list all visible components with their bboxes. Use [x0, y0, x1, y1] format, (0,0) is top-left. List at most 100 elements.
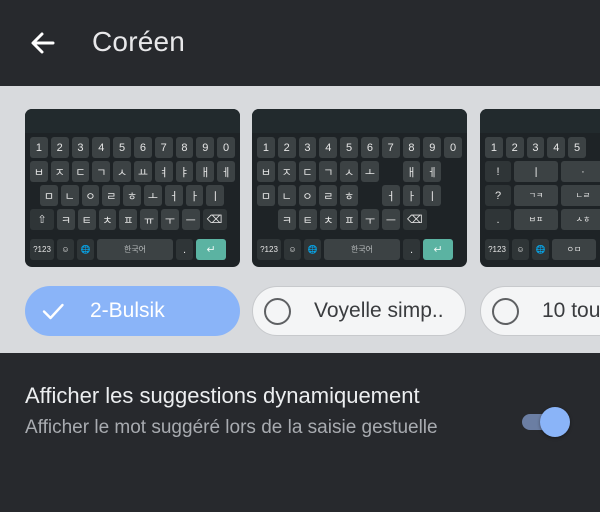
radio-button-icon — [264, 297, 291, 325]
key: 1 — [257, 137, 275, 158]
symbols-key: ?123 — [257, 239, 281, 260]
key: ㅍ — [340, 209, 359, 230]
enter-key: ↵ — [196, 239, 226, 260]
key: ㅠ — [140, 209, 158, 230]
globe-icon: 🌐 — [77, 239, 94, 260]
shift-key: ⇧ — [30, 209, 54, 230]
key: 9 — [423, 137, 442, 158]
key-row: ㅂ ㅈ ㄷ ㄱ ㅅ ㅗ ㅐ ㅔ — [257, 161, 442, 182]
key: ㅁ — [257, 185, 275, 206]
key-row: ㅁ ㄴ ㅇ ㄹ ㅎ ㅓ ㅏ ㅣ — [257, 185, 442, 206]
key: ? — [485, 185, 511, 206]
key: ㄱ — [92, 161, 111, 182]
key: ㅁ — [40, 185, 58, 206]
key: ㅣ — [514, 161, 558, 182]
key-row: ! ㅣ · — [485, 161, 600, 182]
key-gap — [361, 185, 379, 206]
dynamic-suggestions-toggle[interactable] — [520, 405, 572, 439]
toggle-thumb — [540, 407, 570, 437]
key: ㅈ — [50, 161, 69, 182]
key: 0 — [444, 137, 462, 158]
dynamic-suggestions-setting[interactable]: Afficher les suggestions dynamiquement A… — [0, 353, 600, 512]
key: ㅡ — [381, 209, 400, 230]
key: ㅜ — [361, 209, 379, 230]
key: ㅋ — [57, 209, 75, 230]
key-row: 1 2 3 4 5 — [485, 137, 586, 158]
key: ㅐ — [196, 161, 215, 182]
key: 7 — [154, 137, 173, 158]
key: ㅇ — [298, 185, 317, 206]
enter-key: ↵ — [423, 239, 453, 260]
key: 3 — [298, 137, 317, 158]
key: ㅔ — [423, 161, 442, 182]
key: 4 — [547, 137, 566, 158]
symbols-key: ?123 — [30, 239, 54, 260]
key: ㅇ — [81, 185, 100, 206]
radio-button-icon — [492, 297, 519, 325]
key: 3 — [526, 137, 545, 158]
key-row: ?123 ☺ 🌐 한국어 . ↵ — [30, 239, 226, 260]
key-row: ? ㄱㅋ ㄴㄹ — [485, 185, 600, 206]
keyboard-preview-10-keys[interactable]: 1 2 3 4 5 ! ㅣ · ? ㄱㅋ ㄴㄹ . ㅂㅍ ㅅㅎ ?123 ☺ 🌐… — [480, 109, 600, 267]
arrow-back-icon[interactable] — [26, 26, 60, 60]
space-key: 한국어 — [324, 239, 400, 260]
key: ㄱ — [319, 161, 338, 182]
key: ㅂ — [257, 161, 275, 182]
layout-option-label: 2-Bulsik — [90, 299, 165, 322]
key: ㅡ — [181, 209, 200, 230]
key-row: ㅂ ㅈ ㄷ ㄱ ㅅ ㅛ ㅕ ㅑ ㅐ ㅔ — [30, 161, 235, 182]
key: ㄴ — [60, 185, 79, 206]
key: 6 — [360, 137, 379, 158]
key: ! — [485, 161, 511, 182]
key: . — [485, 209, 511, 230]
key: ㄹ — [102, 185, 121, 206]
key-row: ㅋ ㅌ ㅊ ㅍ ㅜ ㅡ ⌫ — [278, 209, 427, 230]
layout-option-2-bulsik[interactable]: 2-Bulsik — [25, 286, 240, 336]
app-bar: Coréen — [0, 0, 600, 86]
layout-option-10-keys[interactable]: 10 tou — [480, 286, 600, 336]
key: ㅎ — [123, 185, 141, 206]
key: ㅊ — [98, 209, 117, 230]
key-gap — [382, 161, 400, 182]
key: ㅅ — [340, 161, 358, 182]
key: ㅂㅍ — [514, 209, 558, 230]
key: 4 — [92, 137, 111, 158]
key: 0 — [217, 137, 235, 158]
key: ㅐ — [402, 161, 421, 182]
key: ㅓ — [381, 185, 400, 206]
key: 1 — [30, 137, 48, 158]
key: ㅓ — [164, 185, 183, 206]
key: 2 — [505, 137, 524, 158]
key: 5 — [568, 137, 586, 158]
key: ㅅㅎ — [561, 209, 600, 230]
check-icon — [41, 299, 65, 323]
emoji-key: ☺ — [512, 239, 529, 260]
layout-option-simple-vowel[interactable]: Voyelle simp.. — [252, 286, 466, 336]
key: 6 — [133, 137, 152, 158]
keyboard-preview-simple-vowel[interactable]: 1 2 3 4 5 6 7 8 9 0 ㅂ ㅈ ㄷ ㄱ ㅅ ㅗ ㅐ ㅔ ㅁ ㄴ … — [252, 109, 467, 267]
key-row: 1 2 3 4 5 6 7 8 9 0 — [30, 137, 235, 158]
symbols-key: ?123 — [485, 239, 509, 260]
key: 8 — [175, 137, 194, 158]
key: ㄹ — [319, 185, 338, 206]
backspace-key: ⌫ — [402, 209, 427, 230]
key: ㅗ — [360, 161, 379, 182]
key: ㅊ — [319, 209, 338, 230]
keyboard-preview-2-bulsik[interactable]: 1 2 3 4 5 6 7 8 9 0 ㅂ ㅈ ㄷ ㄱ ㅅ ㅛ ㅕ ㅑ ㅐ ㅔ … — [25, 109, 240, 267]
key: ㅔ — [217, 161, 235, 182]
key-row: ?123 ☺ 🌐 ㅇㅁ — [485, 239, 596, 260]
key: ㅑ — [175, 161, 194, 182]
key-row: ㅁ ㄴ ㅇ ㄹ ㅎ ㅗ ㅓ ㅏ ㅣ — [40, 185, 225, 206]
setting-title: Afficher les suggestions dynamiquement — [25, 383, 420, 408]
key: ㅋ — [278, 209, 296, 230]
key: 5 — [113, 137, 131, 158]
key: ㅣ — [423, 185, 442, 206]
key: 9 — [196, 137, 215, 158]
key-row: ⇧ ㅋ ㅌ ㅊ ㅍ ㅠ ㅜ ㅡ ⌫ — [30, 209, 227, 230]
keyboard-layout-carousel[interactable]: 1 2 3 4 5 6 7 8 9 0 ㅂ ㅈ ㄷ ㄱ ㅅ ㅛ ㅕ ㅑ ㅐ ㅔ … — [0, 86, 600, 353]
key: ㅅ — [113, 161, 131, 182]
key: ㅈ — [277, 161, 296, 182]
key: ㅌ — [298, 209, 317, 230]
period-key: . — [403, 239, 420, 260]
space-key: 한국어 — [97, 239, 173, 260]
